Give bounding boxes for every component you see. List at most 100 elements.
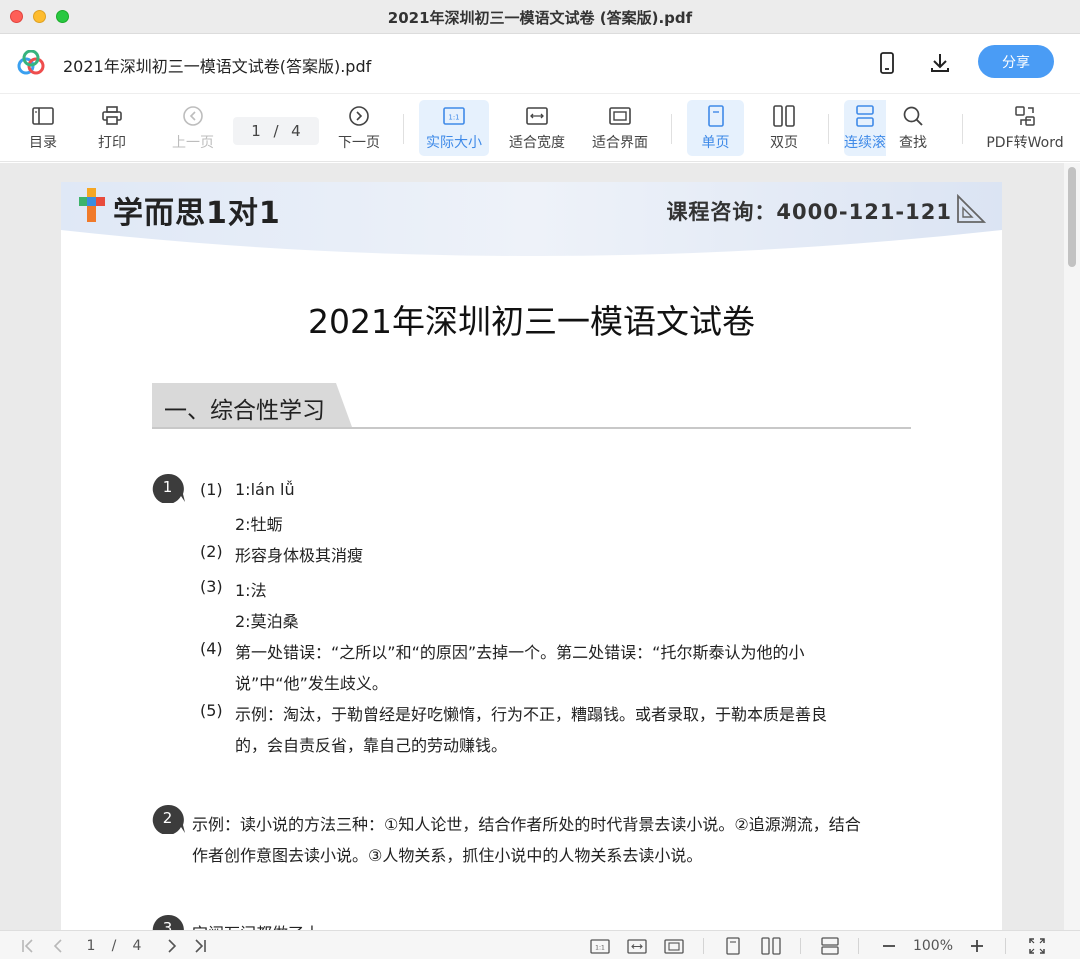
pdf-to-word-button[interactable]: PDF转Word <box>984 100 1066 156</box>
answer-line: 2:莫泊桑 <box>235 612 299 631</box>
single-page-icon <box>704 104 728 128</box>
document-viewer[interactable]: 学而思1对1 课程咨询：4000-121-121 2021年深圳初三一模语文试卷… <box>0 163 1080 930</box>
fit-window-icon[interactable] <box>663 936 685 956</box>
consult-phone: 课程咨询：4000-121-121 <box>666 200 952 224</box>
answer-num: (2) <box>200 542 223 561</box>
next-page-label: 下一页 <box>338 135 380 151</box>
bottom-statusbar: 1 / 4 1:1 100% <box>0 930 1080 959</box>
pdf-page: 学而思1对1 课程咨询：4000-121-121 2021年深圳初三一模语文试卷… <box>61 182 1002 930</box>
prev-page-label: 上一页 <box>172 135 214 151</box>
svg-text:1:1: 1:1 <box>448 114 459 122</box>
statusbar-divider <box>1005 938 1006 954</box>
page-total: 4 <box>291 122 301 140</box>
next-page-icon[interactable] <box>162 936 182 956</box>
zoom-level[interactable]: 100% <box>908 936 958 956</box>
fit-window-icon <box>608 104 632 128</box>
continuous-scroll-icon[interactable] <box>818 936 842 956</box>
fit-window-button[interactable]: 适合界面 <box>585 100 655 156</box>
section-header: 一、综合性学习 <box>152 383 911 429</box>
answer-line: 的，会自责反省，靠自己的劳动赚钱。 <box>235 736 508 755</box>
toolbar-divider <box>962 114 963 144</box>
section-underline <box>152 427 911 429</box>
answer-line: 作者创作意图去读小说。③人物关系，抓住小说中的人物关系去读小说。 <box>192 846 703 865</box>
double-page-label: 双页 <box>770 135 798 151</box>
last-page-icon[interactable] <box>190 936 210 956</box>
circle-chevron-left-icon <box>181 104 205 128</box>
window-titlebar: 2021年深圳初三一模语文试卷 (答案版).pdf <box>0 0 1080 34</box>
brand-name: 学而思1对1 <box>113 196 281 231</box>
set-square-icon <box>957 194 986 223</box>
prev-page-icon[interactable] <box>48 936 68 956</box>
find-label: 查找 <box>899 135 927 151</box>
app-header: 2021年深圳初三一模语文试卷(答案版).pdf 分享 <box>0 34 1080 94</box>
single-page-label: 单页 <box>701 135 730 151</box>
double-page-icon <box>772 104 796 128</box>
document-title: 2021年深圳初三一模语文试卷 <box>308 302 755 341</box>
find-button[interactable]: 查找 <box>878 100 948 156</box>
answer-num: (3) <box>200 577 223 596</box>
status-page-separator: / <box>111 938 117 954</box>
svg-text:1:1: 1:1 <box>595 944 605 951</box>
printer-icon <box>100 104 124 128</box>
search-icon <box>901 104 925 128</box>
question-badge: 3 <box>152 914 186 930</box>
actual-size-label: 实际大小 <box>426 135 482 151</box>
sidebar-icon <box>31 104 55 128</box>
app-logo-icon <box>17 50 45 75</box>
brand-logo-icon <box>79 188 105 222</box>
print-button[interactable]: 打印 <box>77 100 147 156</box>
page-separator: / <box>273 122 279 140</box>
convert-icon <box>1013 104 1037 128</box>
zoom-in-icon[interactable] <box>966 936 988 956</box>
mobile-icon[interactable] <box>874 50 900 76</box>
fit-window-label: 适合界面 <box>592 135 648 151</box>
next-page-button[interactable]: 下一页 <box>324 100 394 156</box>
answer-line: 1:法 <box>235 581 267 600</box>
double-page-button[interactable]: 双页 <box>749 100 819 156</box>
page-current: 1 <box>251 122 261 140</box>
zoom-out-icon[interactable] <box>878 936 900 956</box>
answer-line: 第一处错误：“之所以”和“的原因”去掉一个。第二处错误：“托尔斯泰认为他的小 <box>235 643 805 662</box>
answer-num: (5) <box>200 701 223 720</box>
prev-page-button[interactable]: 上一页 <box>158 100 228 156</box>
double-page-icon[interactable] <box>759 936 783 956</box>
continuous-scroll-icon <box>853 104 877 128</box>
answer-line: 示例：读小说的方法三种：①知人论世，结合作者所处的时代背景去读小说。②追源溯流，… <box>192 815 861 834</box>
viewer-toolbar: 目录 打印 上一页 1 / 4 下一页 1:1 实际大小 适合宽度 适合界面 单… <box>0 94 1080 162</box>
answer-line: 形容身体极其消瘦 <box>235 546 364 565</box>
page-number-input[interactable]: 1 / 4 <box>233 117 319 145</box>
question-number: 2 <box>162 809 173 827</box>
statusbar-divider <box>800 938 801 954</box>
toolbar-divider <box>671 114 672 144</box>
scrollbar-thumb[interactable] <box>1068 167 1076 267</box>
question-badge: 1 <box>152 473 186 504</box>
answer-num: (1) <box>200 480 223 499</box>
fit-width-icon[interactable] <box>626 936 648 956</box>
answer-num: (4) <box>200 639 223 658</box>
download-icon[interactable] <box>927 50 953 76</box>
toolbar-divider <box>403 114 404 144</box>
actual-size-icon[interactable]: 1:1 <box>589 936 611 956</box>
toolbar-divider <box>828 114 829 144</box>
actual-size-button[interactable]: 1:1 实际大小 <box>419 100 489 156</box>
share-button[interactable]: 分享 <box>978 45 1054 78</box>
first-page-icon[interactable] <box>18 936 38 956</box>
fit-width-button[interactable]: 适合宽度 <box>502 100 572 156</box>
status-page-total: 4 <box>132 938 142 954</box>
statusbar-divider <box>858 938 859 954</box>
single-page-icon[interactable] <box>722 936 744 956</box>
actual-size-icon: 1:1 <box>442 104 466 128</box>
status-page-current[interactable]: 1 <box>82 936 100 956</box>
pdf-to-word-label: PDF转Word <box>986 135 1064 151</box>
file-title: 2021年深圳初三一模语文试卷(答案版).pdf <box>63 57 372 76</box>
toc-button[interactable]: 目录 <box>8 100 78 156</box>
question-badge: 2 <box>152 804 186 835</box>
section-title: 一、综合性学习 <box>164 398 325 424</box>
fit-width-icon <box>525 104 549 128</box>
answer-line: 示例：淘汰，于勒曾经是好吃懒惰，行为不正，糟蹋钱。或者录取，于勒本质是善良 <box>235 705 828 724</box>
vertical-scrollbar[interactable] <box>1064 163 1080 930</box>
fullscreen-icon[interactable] <box>1026 936 1048 956</box>
answer-line: 2:牡蛎 <box>235 515 283 534</box>
question-number: 1 <box>162 478 173 496</box>
single-page-button[interactable]: 单页 <box>687 100 744 156</box>
